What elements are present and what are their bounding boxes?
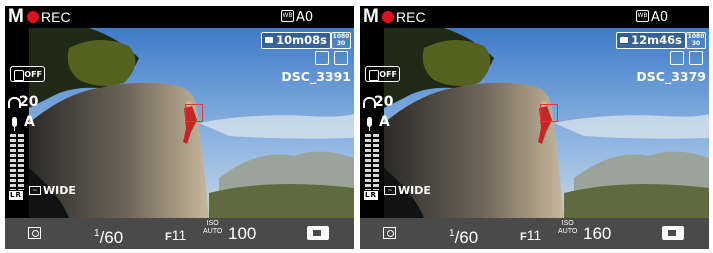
iso-label-bottom: AUTO bbox=[558, 228, 578, 235]
shutter-denominator: 60 bbox=[104, 228, 124, 247]
audio-meter-right bbox=[18, 134, 24, 190]
touch-shutter-icon bbox=[14, 70, 24, 81]
file-name: DSC_3379 bbox=[636, 69, 706, 84]
live-view-image bbox=[384, 28, 709, 218]
record-indicator-icon bbox=[27, 11, 39, 23]
file-name: DSC_3391 bbox=[281, 69, 351, 84]
focus-point-box[interactable] bbox=[540, 104, 558, 122]
iso-label-top: ISO bbox=[561, 220, 574, 227]
shutter-denominator: 60 bbox=[459, 228, 479, 247]
audio-meter-right bbox=[373, 134, 379, 190]
record-indicator-icon bbox=[382, 11, 394, 23]
touch-shutter-button[interactable]: OFF bbox=[10, 66, 45, 82]
headphone-volume: 20 bbox=[374, 94, 394, 110]
headphone-volume: 20 bbox=[19, 94, 39, 110]
mic-sensitivity: A bbox=[379, 114, 390, 130]
microphone-stand bbox=[14, 127, 15, 131]
iso-value: 160 bbox=[583, 224, 612, 243]
aperture-value: 11 bbox=[171, 227, 187, 243]
aperture-value: 11 bbox=[526, 227, 542, 243]
card-icon bbox=[620, 37, 629, 43]
frame-size-rate: 1080 30 bbox=[331, 32, 351, 49]
audio-meter-left bbox=[365, 134, 371, 190]
wind-filter-icon: ~ bbox=[384, 186, 396, 195]
meter-channel-labels: LR bbox=[9, 191, 23, 200]
shutter-speed: 1/60 bbox=[449, 228, 479, 247]
movie-camera-icon bbox=[662, 226, 684, 240]
iso-value: 100 bbox=[228, 224, 257, 243]
touch-shutter-label: OFF bbox=[24, 70, 42, 79]
audio-meter-left bbox=[10, 134, 16, 190]
exposure-mode: M bbox=[363, 6, 379, 27]
iso-label-top: ISO bbox=[206, 220, 219, 227]
rec-label: REC bbox=[41, 9, 71, 25]
live-view-image bbox=[29, 28, 354, 218]
frame-size-rate: 1080 30 bbox=[686, 32, 706, 49]
card-icon bbox=[265, 37, 274, 43]
white-balance-value: A0 bbox=[651, 10, 669, 25]
camera-icon bbox=[334, 51, 348, 65]
microphone-stand bbox=[369, 127, 370, 131]
microphone-icon bbox=[367, 117, 372, 127]
iso-label: ISO AUTO bbox=[558, 220, 577, 236]
remaining-time-value: 12m46s bbox=[631, 33, 682, 47]
matrix-metering-icon bbox=[28, 227, 41, 239]
remaining-time: 12m46s bbox=[616, 32, 686, 49]
focus-point-box[interactable] bbox=[185, 104, 203, 122]
shutter-numerator: 1 bbox=[449, 228, 455, 239]
white-balance-icon: WB bbox=[636, 10, 649, 22]
shutter-speed: 1/60 bbox=[94, 228, 124, 247]
wind-filter-icon: ~ bbox=[29, 186, 41, 195]
iso-label-bottom: AUTO bbox=[203, 228, 223, 235]
camera-screen-left: M REC WB A0 10m08s 1080 30 DSC_3391 OFF … bbox=[5, 6, 354, 249]
touch-shutter-icon bbox=[369, 70, 379, 81]
touch-shutter-label: OFF bbox=[379, 70, 397, 79]
movie-camera-icon bbox=[307, 226, 329, 240]
image-area-icon bbox=[670, 51, 684, 65]
exposure-mode: M bbox=[8, 6, 24, 27]
white-balance-value: A0 bbox=[296, 10, 314, 25]
mic-sensitivity: A bbox=[24, 114, 35, 130]
aperture-prefix: F bbox=[165, 231, 172, 243]
rec-label: REC bbox=[396, 9, 426, 25]
meter-channel-labels: LR bbox=[364, 191, 378, 200]
frequency-response: WIDE bbox=[398, 184, 431, 197]
shutter-numerator: 1 bbox=[94, 228, 100, 239]
aperture: F11 bbox=[165, 225, 186, 247]
remaining-time: 10m08s bbox=[261, 32, 331, 49]
iso-label: ISO AUTO bbox=[203, 220, 222, 236]
aperture-prefix: F bbox=[520, 231, 527, 243]
image-area-icon bbox=[315, 51, 329, 65]
camera-screen-right: M REC WB A0 12m46s 1080 30 DSC_3379 OFF … bbox=[360, 6, 709, 249]
touch-shutter-button[interactable]: OFF bbox=[365, 66, 400, 82]
frequency-response: WIDE bbox=[43, 184, 76, 197]
microphone-icon bbox=[12, 117, 17, 127]
matrix-metering-icon bbox=[383, 227, 396, 239]
white-balance-icon: WB bbox=[281, 10, 294, 22]
remaining-time-value: 10m08s bbox=[276, 33, 327, 47]
camera-icon bbox=[689, 51, 703, 65]
aperture: F11 bbox=[520, 225, 541, 247]
